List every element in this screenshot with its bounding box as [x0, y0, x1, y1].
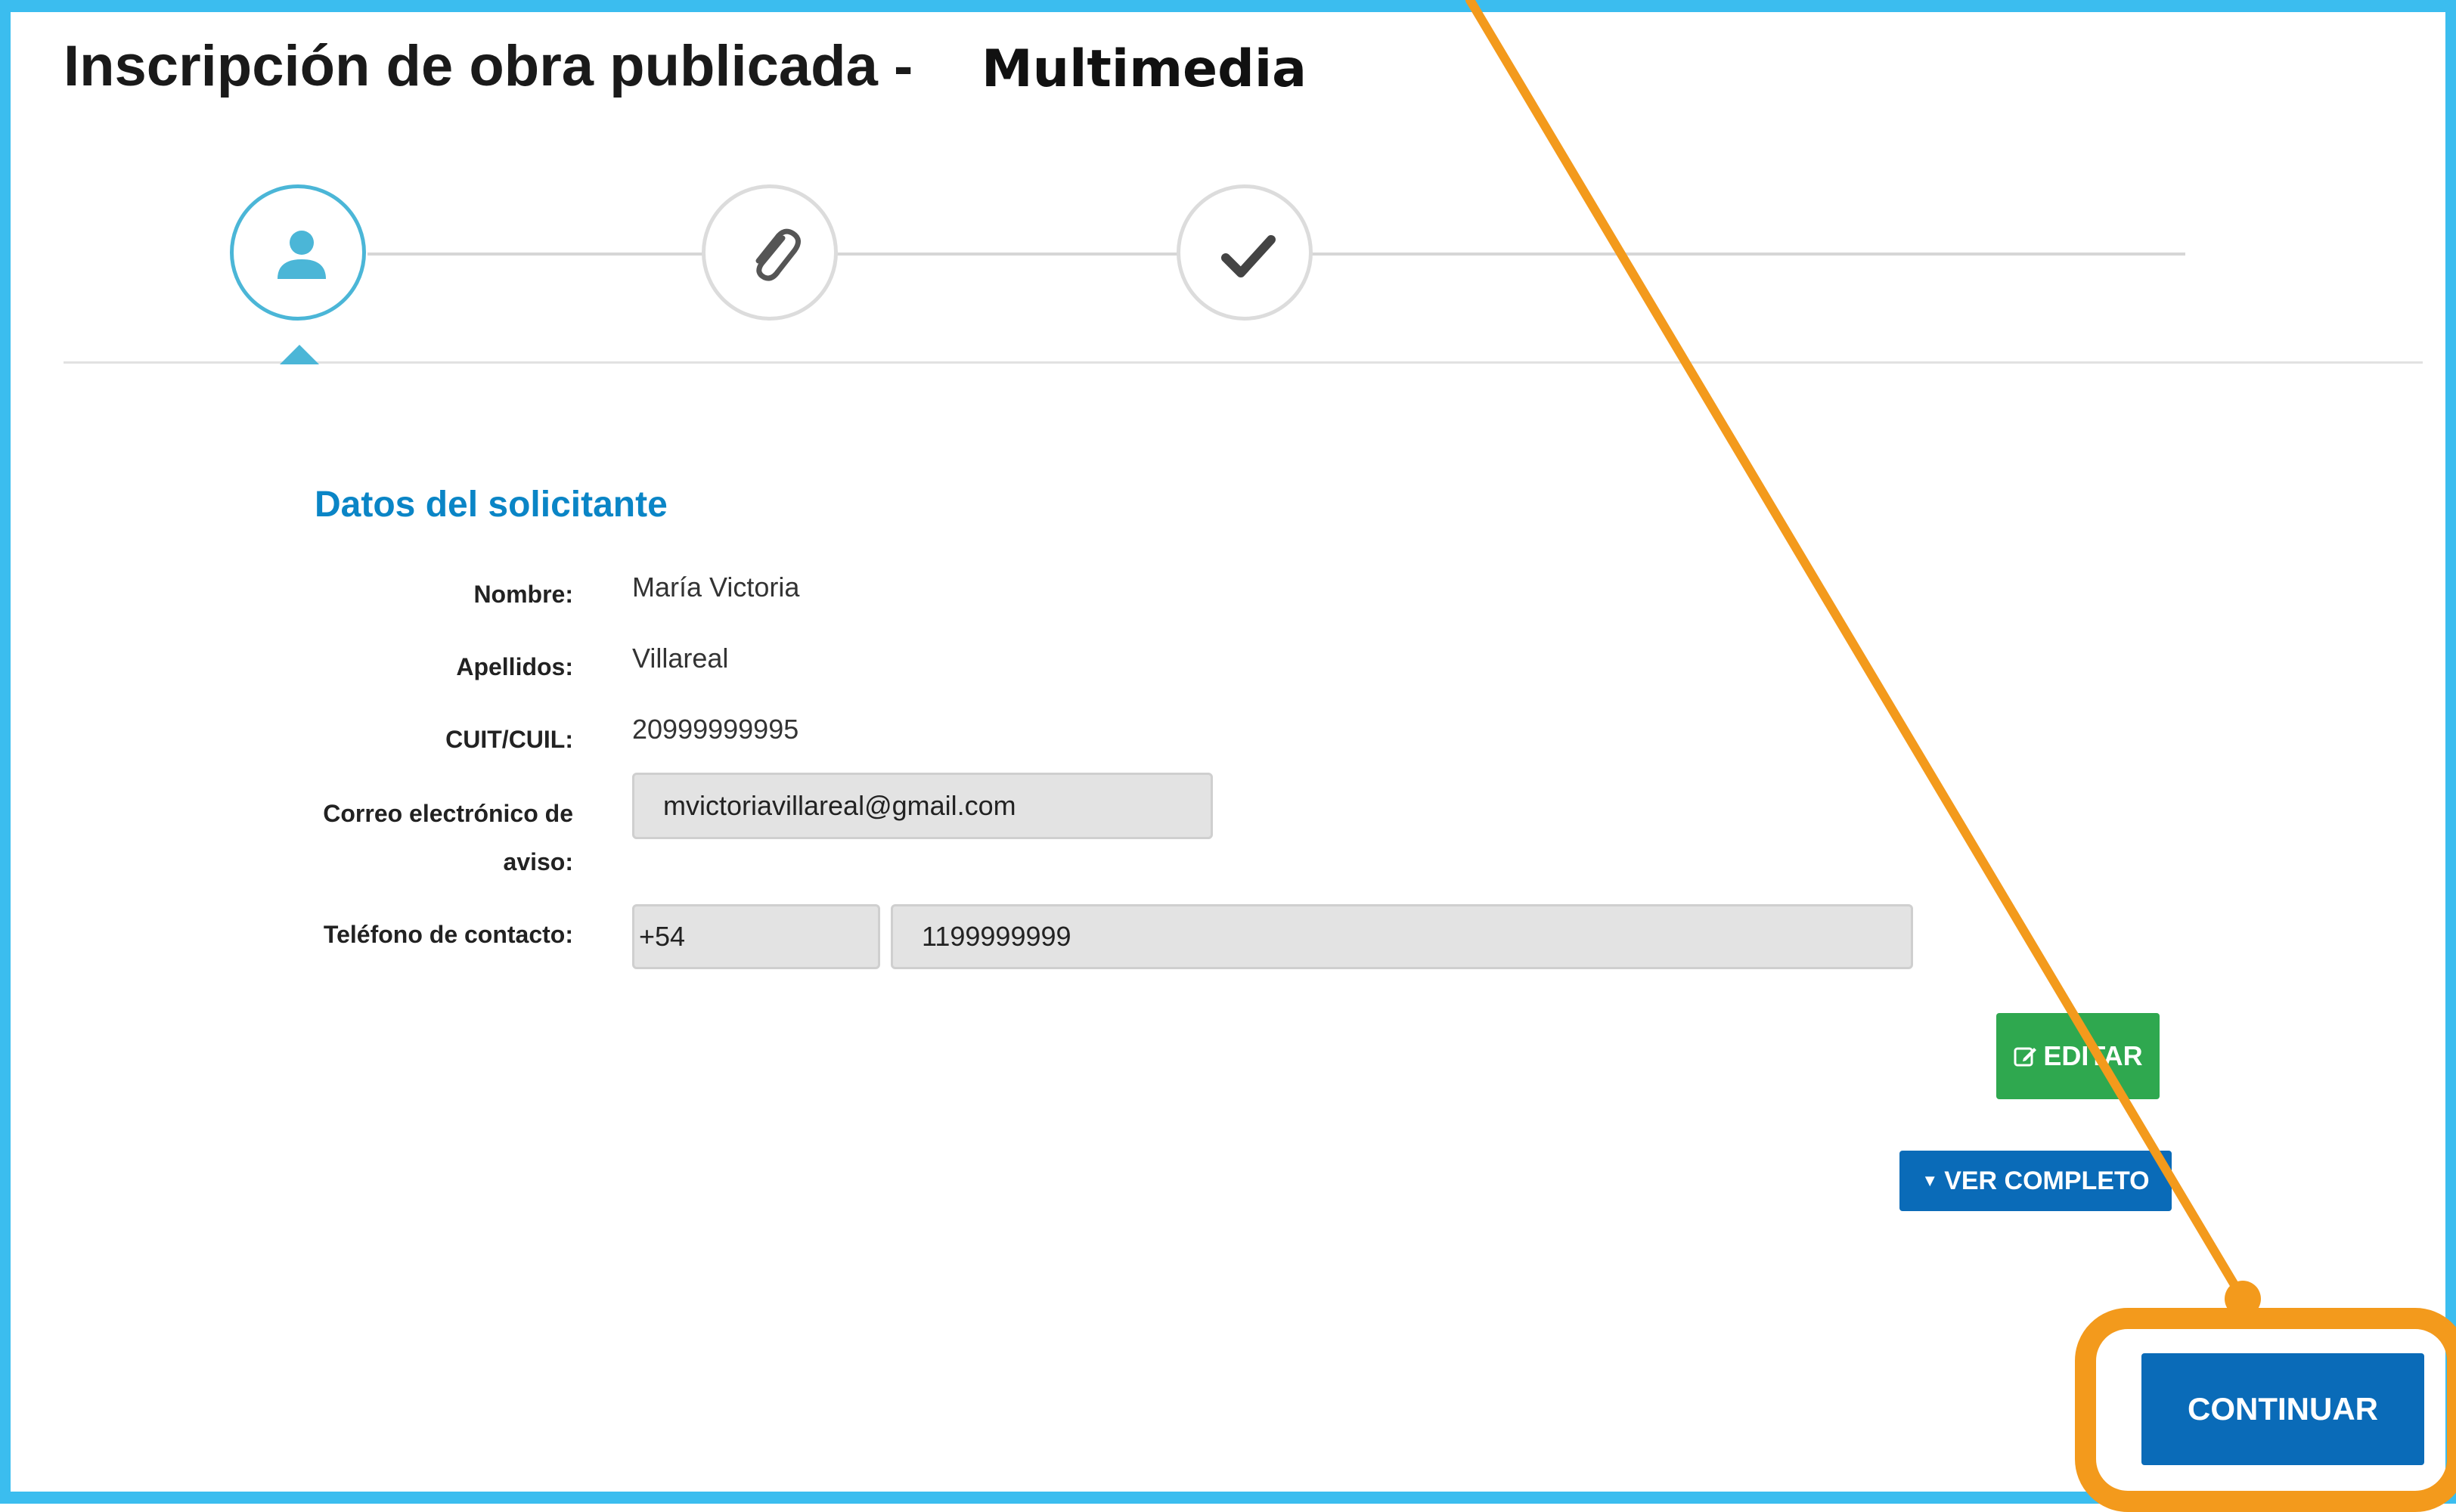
- label-telefono: Teléfono de contacto:: [323, 921, 573, 948]
- active-step-indicator: [280, 345, 319, 364]
- phone-prefix-field[interactable]: +54: [632, 904, 880, 969]
- ver-completo-button[interactable]: ▼ VER COMPLETO: [1899, 1151, 2172, 1211]
- value-nombre: María Victoria: [632, 572, 800, 603]
- label-nombre: Nombre:: [473, 581, 573, 608]
- label-cuit: CUIT/CUIL:: [445, 726, 573, 753]
- edit-button-label: EDITAR: [2043, 1040, 2143, 1071]
- value-apellidos: Villareal: [632, 643, 729, 674]
- value-cuit: 20999999995: [632, 714, 799, 745]
- checkmark-icon: [1221, 235, 1276, 277]
- phone-number-field[interactable]: 1199999999: [891, 904, 1913, 969]
- tab-divider: [64, 361, 2423, 364]
- paperclip-icon: [755, 228, 801, 281]
- ver-completo-label: VER COMPLETO: [1944, 1166, 2150, 1195]
- label-apellidos: Apellidos:: [456, 653, 573, 680]
- page-subtitle: Multimedia: [981, 39, 1307, 99]
- user-icon: [278, 231, 326, 279]
- page-title: Inscripción de obra publicada -: [64, 34, 913, 98]
- edit-button[interactable]: EDITAR: [1996, 1013, 2160, 1099]
- label-correo: Correo electrónico de: [323, 800, 573, 827]
- label-correo-2: aviso:: [503, 848, 573, 875]
- caret-down-icon: ▼: [1921, 1171, 1939, 1190]
- step-attachments[interactable]: [702, 184, 838, 321]
- step-confirm[interactable]: [1177, 184, 1313, 321]
- edit-icon: [2014, 1047, 2037, 1067]
- step-user[interactable]: [230, 184, 366, 321]
- email-field[interactable]: mvictoriavillareal@gmail.com: [632, 773, 1213, 839]
- section-title: Datos del solicitante: [315, 485, 668, 525]
- highlight-ring: [2075, 1308, 2456, 1512]
